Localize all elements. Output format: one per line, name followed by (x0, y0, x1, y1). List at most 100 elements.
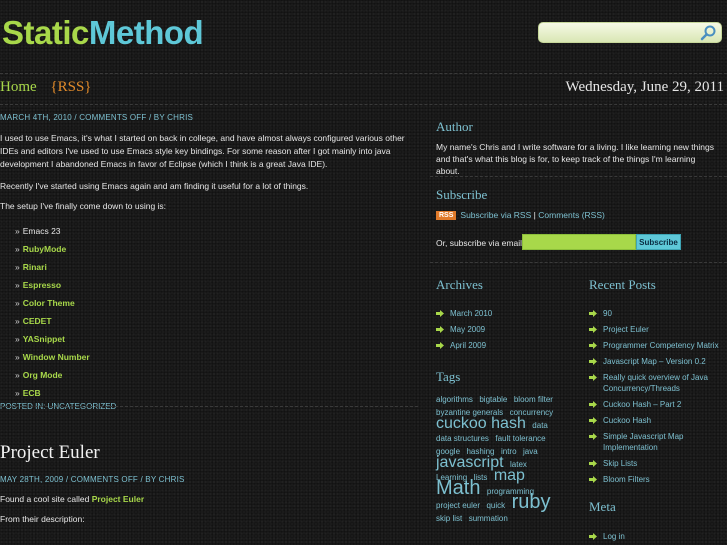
subscribe-rss-link[interactable]: Subscribe via RSS (460, 210, 531, 220)
archive-item[interactable]: May 2009 (436, 324, 576, 335)
post-2: Project Euler May 28th, 2009 / Comments … (0, 442, 418, 526)
tag-link[interactable]: bloom filter (514, 395, 553, 404)
recent-post-item[interactable]: Javascript Map – Version 0.2 (589, 356, 724, 367)
list-item-link[interactable]: YASnippet (23, 334, 65, 344)
tag-link[interactable]: summation (469, 514, 508, 523)
author-heading: Author (436, 119, 473, 134)
post-comments-link[interactable]: Comments Off (71, 475, 138, 484)
arrow-right-icon (436, 342, 444, 349)
tag-link[interactable]: algorithms (436, 395, 473, 404)
email-input[interactable] (522, 234, 636, 250)
list-item: » Color Theme (15, 298, 75, 308)
list-item-link[interactable]: Espresso (23, 280, 61, 290)
recent-post-link[interactable]: Project Euler (603, 325, 649, 334)
archives-list: March 2010 May 2009 April 2009 (436, 308, 576, 356)
post-author-link[interactable]: Chris (167, 113, 193, 122)
tag-link[interactable]: ruby (512, 491, 551, 513)
list-item: » Org Mode (15, 370, 63, 380)
recent-post-item[interactable]: Cuckoo Hash – Part 2 (589, 399, 724, 410)
tag-link[interactable]: data structures (436, 434, 489, 443)
search-input[interactable] (545, 25, 699, 42)
recent-post-link[interactable]: Really quick overview of Java Concurrenc… (603, 373, 708, 393)
meta-heading: Meta (589, 499, 616, 514)
site-logo[interactable]: StaticMethod (2, 14, 204, 52)
meta-item[interactable]: Log in (589, 531, 724, 542)
comments-rss-link[interactable]: Comments (RSS) (538, 210, 605, 220)
recent-post-item[interactable]: 90 (589, 308, 724, 319)
list-item-link[interactable]: Org Mode (23, 370, 63, 380)
subscribe-button[interactable]: Subscribe (636, 234, 681, 250)
tag-link[interactable]: map (494, 467, 525, 484)
recent-post-item[interactable]: Bloom Filters (589, 474, 724, 485)
post-paragraph: Recently I've started using Emacs again … (0, 181, 309, 191)
list-item-link[interactable]: Rinari (23, 262, 47, 272)
tag-link[interactable]: fault tolerance (495, 434, 545, 443)
main-content: March 4th, 2010 / Comments Off / by Chri… (0, 113, 418, 411)
post-meta: May 28th, 2009 / Comments Off / by Chris (0, 475, 185, 484)
archive-item[interactable]: March 2010 (436, 308, 576, 319)
list-item: » ECB (15, 388, 41, 398)
tag-cloud: algorithms bigtable bloom filter byzanti… (436, 392, 561, 524)
tag-link[interactable]: bigtable (479, 395, 507, 404)
list-item-link[interactable]: RubyMode (23, 244, 66, 254)
recent-post-item[interactable]: Programmer Competency Matrix (589, 340, 724, 351)
list-item-link[interactable]: Window Number (23, 352, 90, 362)
arrow-right-icon (436, 326, 444, 333)
post-divider (0, 406, 418, 407)
recent-post-link[interactable]: Simple Javascript Map Implementation (603, 432, 683, 452)
archive-link[interactable]: May 2009 (450, 325, 485, 334)
nav-home-link[interactable]: Home (0, 79, 37, 95)
archive-link[interactable]: March 2010 (450, 309, 492, 318)
setup-list: » Emacs 23 » RubyMode » Rinari » Espresso » C… (0, 222, 418, 402)
nav-rss-link[interactable]: {RSS} (50, 79, 91, 95)
recent-post-item[interactable]: Skip Lists (589, 458, 724, 469)
recent-post-link[interactable]: 90 (603, 309, 612, 318)
project-euler-link[interactable]: Project Euler (92, 494, 144, 504)
recent-post-link[interactable]: Cuckoo Hash – Part 2 (603, 400, 681, 409)
list-item: » YASnippet (15, 334, 65, 344)
header-divider (0, 73, 727, 74)
recent-post-link[interactable]: Javascript Map – Version 0.2 (603, 357, 706, 366)
rss-icon: RSS (436, 211, 457, 221)
recent-post-link[interactable]: Skip Lists (603, 459, 637, 468)
tag-link[interactable]: cuckoo hash (436, 415, 526, 432)
tags-heading: Tags (436, 369, 461, 384)
tag-link[interactable]: quick (486, 501, 505, 510)
post-comments-link[interactable]: Comments Off (79, 113, 146, 122)
subscribe-links: RSS Subscribe via RSS | Comments (RSS) (436, 210, 605, 221)
arrow-right-icon (589, 476, 597, 483)
recent-post-item[interactable]: Cuckoo Hash (589, 415, 724, 426)
recent-post-link[interactable]: Cuckoo Hash (603, 416, 651, 425)
tag-link[interactable]: data (532, 421, 548, 430)
post-meta: March 4th, 2010 / Comments Off / by Chri… (0, 113, 194, 122)
list-item-link[interactable]: ECB (23, 388, 41, 398)
recent-post-link[interactable]: Programmer Competency Matrix (603, 341, 719, 350)
meta-list: Log in (589, 531, 724, 542)
login-link[interactable]: Log in (603, 532, 625, 541)
recent-post-item[interactable]: Project Euler (589, 324, 724, 335)
tag-link[interactable]: java (523, 447, 538, 456)
list-item-text: Emacs 23 (22, 226, 61, 236)
archive-item[interactable]: April 2009 (436, 340, 576, 351)
archives-heading: Archives (436, 277, 483, 292)
arrow-right-icon (589, 326, 597, 333)
tag-link[interactable]: Math (436, 477, 480, 499)
archive-link[interactable]: April 2009 (450, 341, 486, 350)
post-author-link[interactable]: Chris (159, 475, 185, 484)
recent-post-item[interactable]: Really quick overview of Java Concurrenc… (589, 372, 724, 394)
tag-link[interactable]: skip list (436, 514, 462, 523)
post-by: / by (148, 113, 165, 122)
author-text: My name's Chris and I write software for… (436, 142, 714, 176)
sidebar-divider (430, 262, 727, 263)
post-paragraph: I used to use Emacs, it's what I started… (0, 133, 405, 169)
post-paragraph: The setup I've finally come down to usin… (0, 201, 167, 211)
search-icon[interactable] (700, 24, 718, 42)
list-item-link[interactable]: Color Theme (23, 298, 75, 308)
tag-link[interactable]: project euler (436, 501, 480, 510)
post-title-link[interactable]: Project Euler (0, 442, 100, 463)
main-nav: Home {RSS} (0, 79, 92, 96)
list-item-link[interactable]: CEDET (23, 316, 52, 326)
site-title-part2: Method (88, 14, 204, 51)
recent-post-item[interactable]: Simple Javascript Map Implementation (589, 431, 724, 453)
recent-post-link[interactable]: Bloom Filters (603, 475, 650, 484)
